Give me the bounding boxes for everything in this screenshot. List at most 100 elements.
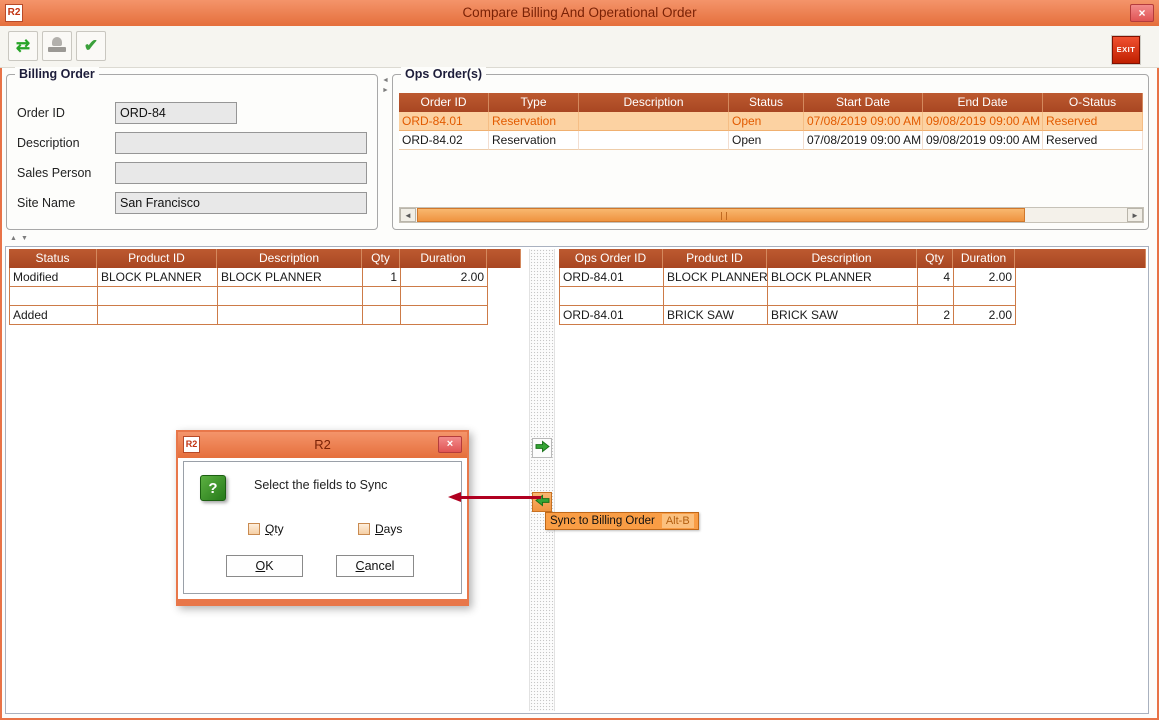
- column-header[interactable]: Duration: [400, 249, 487, 268]
- cell[interactable]: Open: [729, 112, 804, 131]
- cell[interactable]: ORD-84.02: [399, 131, 489, 150]
- ops-orders-header: Order ID Type Description Status Start D…: [399, 93, 1143, 112]
- column-header[interactable]: Description: [579, 93, 729, 112]
- cell[interactable]: [98, 287, 218, 306]
- cell[interactable]: Added: [10, 306, 98, 325]
- cell[interactable]: 2.00: [401, 268, 488, 287]
- splitter-collapse-up-icon[interactable]: ▲: [10, 235, 17, 243]
- splitter-collapse-down-icon[interactable]: ▼: [21, 235, 28, 243]
- cell[interactable]: [664, 287, 768, 306]
- scrollbar-thumb[interactable]: [417, 208, 1025, 222]
- column-header[interactable]: Duration: [953, 249, 1015, 268]
- cell[interactable]: [218, 306, 363, 325]
- table-row[interactable]: ORD-84.01 BLOCK PLANNER BLOCK PLANNER 4 …: [560, 268, 1016, 287]
- cell[interactable]: [579, 112, 729, 131]
- cell[interactable]: Modified: [10, 268, 98, 287]
- cell[interactable]: [560, 287, 664, 306]
- ok-button[interactable]: OK: [226, 555, 303, 577]
- cell[interactable]: BRICK SAW: [768, 306, 918, 325]
- stamp-button[interactable]: [42, 31, 72, 61]
- cell[interactable]: ORD-84.01: [399, 112, 489, 131]
- cell[interactable]: [954, 287, 1016, 306]
- column-header[interactable]: Status: [9, 249, 97, 268]
- cell[interactable]: Reservation: [489, 131, 579, 150]
- order-id-field[interactable]: [115, 102, 237, 124]
- refresh-button[interactable]: ⇄: [8, 31, 38, 61]
- cell[interactable]: Reserved: [1043, 131, 1143, 150]
- cell[interactable]: BRICK SAW: [664, 306, 768, 325]
- column-header[interactable]: Ops Order ID: [559, 249, 663, 268]
- cell[interactable]: BLOCK PLANNER: [98, 268, 218, 287]
- scroll-right-icon[interactable]: ►: [1127, 208, 1143, 222]
- column-header[interactable]: Order ID: [399, 93, 489, 112]
- checkbox-icon[interactable]: [248, 523, 260, 535]
- column-header[interactable]: Start Date: [804, 93, 923, 112]
- sales-person-field[interactable]: [115, 162, 367, 184]
- table-row[interactable]: [10, 287, 488, 306]
- cell[interactable]: 2.00: [954, 306, 1016, 325]
- column-header[interactable]: Status: [729, 93, 804, 112]
- column-header[interactable]: Qty: [917, 249, 953, 268]
- checkbox-icon[interactable]: [358, 523, 370, 535]
- column-header[interactable]: Qty: [362, 249, 400, 268]
- cell[interactable]: 09/08/2019 09:00 AM: [923, 112, 1043, 131]
- cell[interactable]: 07/08/2019 09:00 AM: [804, 112, 923, 131]
- cell[interactable]: [363, 306, 401, 325]
- table-row[interactable]: Added: [10, 306, 488, 325]
- exit-button[interactable]: EXIT: [1112, 36, 1140, 64]
- scroll-left-icon[interactable]: ◄: [400, 208, 416, 222]
- sync-to-billing-button[interactable]: [532, 492, 552, 512]
- vertical-splitter[interactable]: ◄ ►: [380, 74, 391, 230]
- splitter-collapse-right-icon[interactable]: ►: [382, 87, 389, 95]
- cell[interactable]: [401, 306, 488, 325]
- dialog-content-panel: ? Select the fields to Sync Qty Days OK …: [183, 461, 462, 594]
- horizontal-splitter[interactable]: ▲ ▼: [0, 232, 1159, 245]
- cell[interactable]: Reservation: [489, 112, 579, 131]
- table-row[interactable]: ORD-84.01 BRICK SAW BRICK SAW 2 2.00: [560, 306, 1016, 325]
- confirm-button[interactable]: ✔: [76, 31, 106, 61]
- splitter-collapse-left-icon[interactable]: ◄: [382, 77, 389, 85]
- days-checkbox[interactable]: Days: [358, 522, 402, 536]
- cell[interactable]: Open: [729, 131, 804, 150]
- cell[interactable]: 4: [918, 268, 954, 287]
- cancel-button[interactable]: Cancel: [336, 555, 414, 577]
- cell[interactable]: [218, 287, 363, 306]
- table-row[interactable]: Modified BLOCK PLANNER BLOCK PLANNER 1 2…: [10, 268, 488, 287]
- qty-checkbox[interactable]: Qty: [248, 522, 284, 536]
- column-header[interactable]: Description: [217, 249, 362, 268]
- cell[interactable]: 2.00: [954, 268, 1016, 287]
- sync-to-ops-button[interactable]: [532, 438, 552, 458]
- cell[interactable]: [401, 287, 488, 306]
- column-header[interactable]: Description: [767, 249, 917, 268]
- cell[interactable]: [918, 287, 954, 306]
- table-row[interactable]: ORD-84.02 Reservation Open 07/08/2019 09…: [399, 131, 1143, 150]
- toolbar: ⇄ ✔: [0, 26, 1159, 68]
- site-name-field[interactable]: [115, 192, 367, 214]
- close-icon[interactable]: ×: [1130, 4, 1154, 22]
- close-icon[interactable]: ×: [438, 436, 462, 453]
- cell[interactable]: ORD-84.01: [560, 268, 664, 287]
- column-header[interactable]: End Date: [923, 93, 1043, 112]
- column-header[interactable]: O-Status: [1043, 93, 1143, 112]
- cell[interactable]: BLOCK PLANNER: [768, 268, 918, 287]
- column-header[interactable]: Type: [489, 93, 579, 112]
- cell[interactable]: 07/08/2019 09:00 AM: [804, 131, 923, 150]
- cell[interactable]: 1: [363, 268, 401, 287]
- cell[interactable]: Reserved: [1043, 112, 1143, 131]
- ops-orders-hscrollbar[interactable]: ◄ ►: [399, 207, 1144, 223]
- column-header[interactable]: Product ID: [97, 249, 217, 268]
- cell[interactable]: [98, 306, 218, 325]
- cell[interactable]: BLOCK PLANNER: [664, 268, 768, 287]
- cell[interactable]: 2: [918, 306, 954, 325]
- cell[interactable]: BLOCK PLANNER: [218, 268, 363, 287]
- cell[interactable]: ORD-84.01: [560, 306, 664, 325]
- cell[interactable]: [10, 287, 98, 306]
- description-field[interactable]: [115, 132, 367, 154]
- cell[interactable]: [768, 287, 918, 306]
- cell[interactable]: [363, 287, 401, 306]
- cell[interactable]: 09/08/2019 09:00 AM: [923, 131, 1043, 150]
- table-row[interactable]: ORD-84.01 Reservation Open 07/08/2019 09…: [399, 112, 1143, 131]
- column-header[interactable]: Product ID: [663, 249, 767, 268]
- table-row[interactable]: [560, 287, 1016, 306]
- cell[interactable]: [579, 131, 729, 150]
